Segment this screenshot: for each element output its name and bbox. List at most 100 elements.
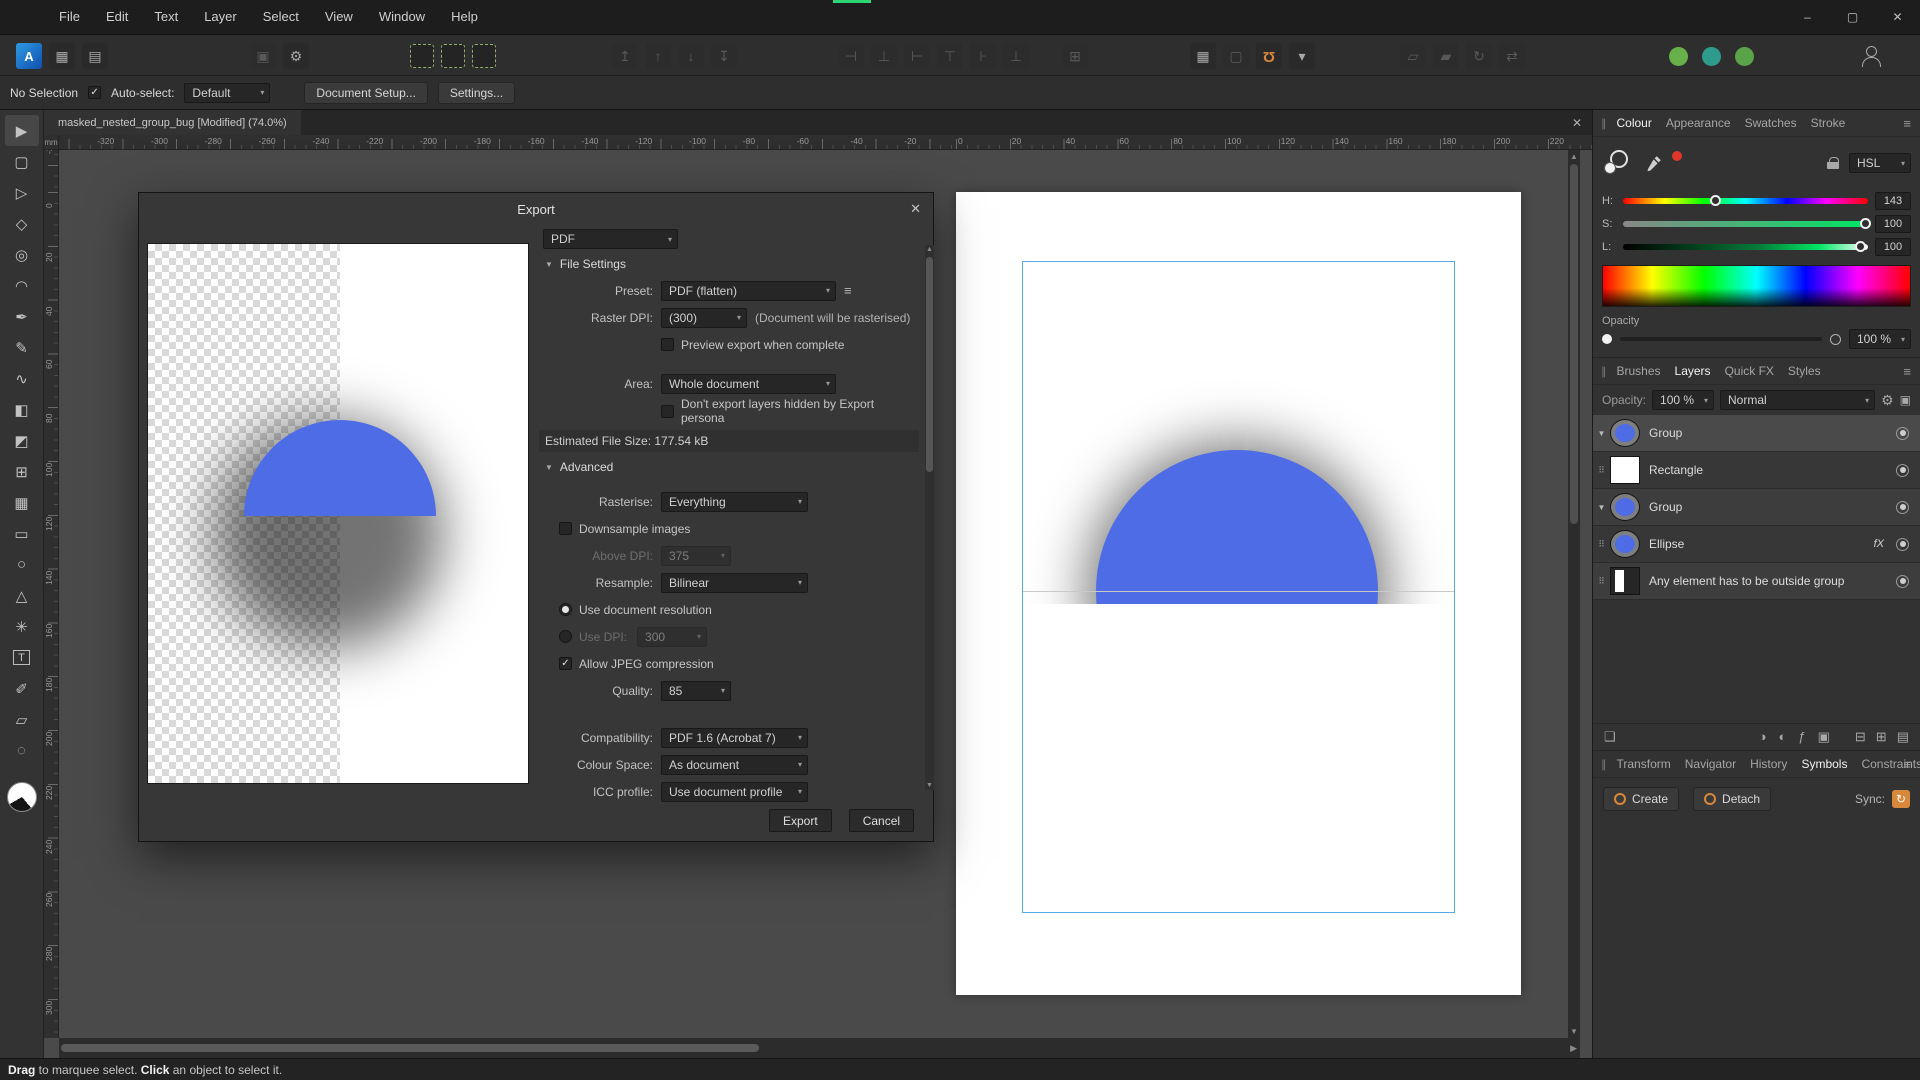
settings-button[interactable]: Settings... [438, 82, 515, 104]
shear-icon[interactable]: ⇄ [1499, 43, 1525, 69]
compatibility-dropdown[interactable]: PDF 1.6 (Acrobat 7)▾ [661, 728, 808, 748]
align-top-icon[interactable]: ⊤ [937, 43, 963, 69]
tab-transform[interactable]: Transform [1610, 757, 1678, 771]
rectangle-tool[interactable]: ▭ [5, 518, 39, 549]
align-right-icon[interactable]: ⊢ [904, 43, 930, 69]
visibility-toggle[interactable] [1896, 538, 1909, 551]
pixel-persona-icon[interactable]: ▦ [49, 43, 75, 69]
scroll-down-icon[interactable]: ▼ [926, 782, 933, 789]
snapping-manager-icon[interactable]: ▣ [250, 43, 276, 69]
move-backward-icon[interactable]: ↓ [678, 43, 704, 69]
h-scrollbar[interactable]: ▶ [59, 1038, 1580, 1058]
menu-file[interactable]: File [46, 0, 93, 34]
drag-handle-icon[interactable]: ⠿ [1593, 539, 1610, 550]
create-symbol-button[interactable]: Create [1603, 787, 1679, 811]
auto-select-checkbox[interactable] [88, 86, 101, 99]
align-left-icon[interactable]: ⊣ [838, 43, 864, 69]
transparency-tool[interactable]: ◩ [5, 425, 39, 456]
fill-tool[interactable]: ◧ [5, 394, 39, 425]
measure-tool[interactable]: ▱ [5, 704, 39, 735]
opacity-value-dropdown[interactable]: 100 % ▾ [1849, 329, 1911, 349]
lightness-slider-thumb[interactable] [1855, 241, 1866, 252]
saturation-slider[interactable] [1623, 221, 1868, 227]
node-tool[interactable]: ▷ [5, 177, 39, 208]
advanced-section[interactable]: ▼ Advanced [539, 454, 919, 480]
scroll-up-icon[interactable]: ▲ [926, 246, 933, 253]
lightness-slider[interactable] [1623, 244, 1868, 250]
menu-edit[interactable]: Edit [93, 0, 141, 34]
tab-swatches[interactable]: Swatches [1738, 116, 1804, 130]
quality-dropdown[interactable]: 85▾ [661, 681, 731, 701]
jpeg-compression-checkbox[interactable] [559, 657, 572, 670]
snap-to-grid-icon[interactable] [441, 44, 465, 68]
lock-icon[interactable] [1827, 157, 1839, 169]
fx-badge[interactable]: fX [1874, 538, 1884, 550]
artboard-tool[interactable]: ▢ [5, 146, 39, 177]
resample-dropdown[interactable]: Bilinear▾ [661, 573, 808, 593]
designer-persona-icon[interactable]: A [16, 43, 42, 69]
dialog-scrollbar[interactable]: ▲ ▼ [925, 245, 934, 790]
colour-picker-tool[interactable]: ✐ [5, 673, 39, 704]
move-forward-icon[interactable]: ↑ [645, 43, 671, 69]
dialog-close-icon[interactable]: ✕ [910, 201, 921, 217]
preferences-gear-icon[interactable]: ⚙ [283, 43, 309, 69]
transform-origin-icon[interactable]: ⊞ [1062, 43, 1088, 69]
chevron-down-icon[interactable]: ▼ [1593, 503, 1610, 512]
snapping-options-chevron-icon[interactable]: ▾ [1289, 43, 1315, 69]
hue-value[interactable]: 143 [1875, 192, 1911, 210]
polygon-tool[interactable]: △ [5, 580, 39, 611]
align-center-icon[interactable]: ⊥ [871, 43, 897, 69]
snapping-candidates-icon[interactable]: ▢ [1223, 43, 1249, 69]
document-tab[interactable]: masked_nested_group_bug [Modified] (74.0… [44, 110, 301, 135]
flip-horizontal-icon[interactable]: ▱ [1400, 43, 1426, 69]
hue-slider-thumb[interactable] [1710, 195, 1721, 206]
show-grid-icon[interactable] [410, 44, 434, 68]
saturation-value[interactable]: 100 [1875, 215, 1911, 233]
delete-layer-icon[interactable]: ▤ [1894, 729, 1912, 745]
fx-icon[interactable]: ƒ [1795, 729, 1808, 745]
rotate-icon[interactable]: ↻ [1466, 43, 1492, 69]
move-to-front-icon[interactable]: ↥ [612, 43, 638, 69]
tab-quick-fx[interactable]: Quick FX [1718, 364, 1781, 378]
lightness-value[interactable]: 100 [1875, 238, 1911, 256]
pixel-grid-icon[interactable] [472, 44, 496, 68]
stock-circle-icon[interactable] [1665, 43, 1691, 69]
saturation-slider-thumb[interactable] [1860, 218, 1871, 229]
current-colour-swatch[interactable] [1672, 151, 1682, 161]
format-dropdown[interactable]: PDF ▾ [543, 229, 678, 249]
hue-slider[interactable] [1623, 198, 1868, 204]
raster-dpi-dropdown[interactable]: (300)▾ [661, 308, 747, 328]
tab-close-icon[interactable]: ✕ [1572, 116, 1582, 130]
use-dpi-dropdown[interactable]: 300▾ [637, 627, 707, 647]
tab-navigator[interactable]: Navigator [1678, 757, 1743, 771]
area-dropdown[interactable]: Whole document▾ [661, 374, 836, 394]
chevron-down-icon[interactable]: ▼ [1593, 429, 1610, 438]
tab-stroke[interactable]: Stroke [1804, 116, 1853, 130]
dont-export-hidden-checkbox[interactable] [661, 405, 674, 418]
tab-brushes[interactable]: Brushes [1610, 364, 1668, 378]
menu-help[interactable]: Help [438, 0, 491, 34]
scroll-right-icon[interactable]: ▶ [1570, 1043, 1577, 1054]
dialog-titlebar[interactable]: Export ✕ [139, 193, 933, 225]
move-tool[interactable]: ▶ [5, 115, 39, 146]
crop-icon[interactable]: ▣ [1815, 729, 1833, 745]
eyedropper-icon[interactable] [1646, 155, 1662, 171]
visibility-toggle[interactable] [1896, 575, 1909, 588]
scroll-down-icon[interactable]: ▼ [1570, 1027, 1578, 1036]
flip-vertical-icon[interactable]: ▰ [1433, 43, 1459, 69]
preset-dropdown[interactable]: PDF (flatten)▾ [661, 281, 836, 301]
colour-spectrum[interactable] [1602, 265, 1911, 307]
layer-lock-icon[interactable]: ▣ [1900, 393, 1911, 407]
export-button[interactable]: Export [769, 809, 832, 832]
panel-menu-icon[interactable]: ≡ [1903, 116, 1911, 131]
layer-row[interactable]: ▼Group [1593, 415, 1920, 452]
preview-export-checkbox[interactable] [661, 338, 674, 351]
document-setup-button[interactable]: Document Setup... [304, 82, 427, 104]
export-persona-icon[interactable]: ▤ [82, 43, 108, 69]
star-tool[interactable]: ✳ [5, 611, 39, 642]
frame-text-tool[interactable]: T [5, 642, 39, 673]
colour-mode-dropdown[interactable]: HSL ▾ [1849, 153, 1911, 173]
panel-grip-icon[interactable]: ∥ [1601, 365, 1607, 378]
point-transform-tool[interactable]: ◇ [5, 208, 39, 239]
colour-space-dropdown[interactable]: As document▾ [661, 755, 808, 775]
